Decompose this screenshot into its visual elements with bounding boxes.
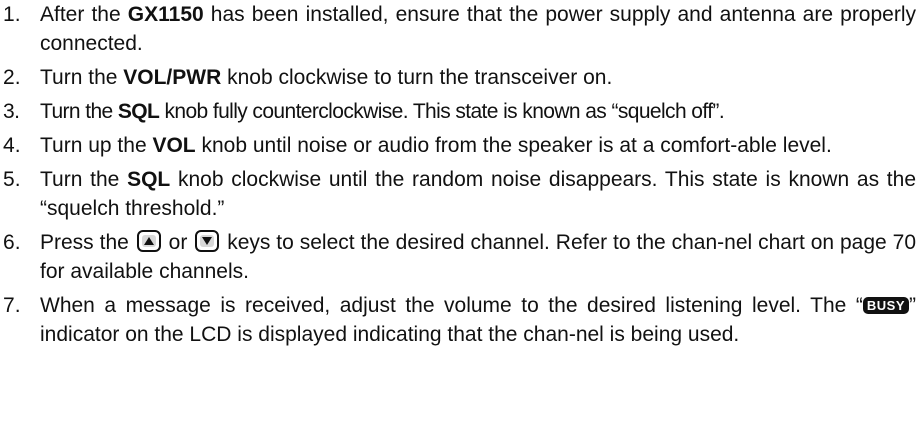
step-number: 1 — [3, 0, 33, 29]
busy-indicator-badge: BUSY — [862, 297, 909, 314]
step-7: 7 When a message is received, adjust the… — [0, 291, 916, 349]
down-arrow-key-icon — [195, 230, 220, 252]
step-number: 4 — [3, 131, 33, 160]
step-number: 6 — [3, 228, 33, 257]
knob-name: SQL — [127, 168, 171, 191]
step-text: knob fully counterclockwise. This state … — [159, 100, 725, 123]
step-text: Turn the — [40, 100, 118, 123]
step-text: When a message is received, adjust the v… — [40, 294, 863, 317]
step-text: Press the — [40, 231, 135, 254]
step-number: 2 — [3, 63, 33, 92]
step-text: Turn the — [40, 66, 124, 89]
step-5: 5 Turn the SQL knob clockwise until the … — [0, 165, 916, 223]
step-text: knob clockwise until the random noise di… — [40, 168, 916, 220]
step-text: or — [162, 231, 194, 254]
step-text: Turn up the — [40, 134, 153, 157]
knob-name: SQL — [117, 100, 160, 123]
step-4: 4 Turn up the VOL knob until noise or au… — [0, 131, 916, 160]
step-text: knob clockwise to turn the transceiver o… — [221, 66, 613, 89]
knob-name: VOL — [152, 134, 196, 157]
step-1: 1 After the GX1150 has been installed, e… — [0, 0, 916, 58]
step-text: After the — [40, 3, 128, 26]
up-arrow-key-icon — [136, 230, 161, 252]
step-6: 6 Press the or keys to select the desire… — [0, 228, 916, 286]
step-2: 2 Turn the VOL/PWR knob clockwise to tur… — [0, 63, 916, 92]
step-number: 7 — [3, 291, 33, 320]
instruction-list: 1 After the GX1150 has been installed, e… — [0, 0, 916, 354]
step-number: 3 — [3, 97, 33, 126]
knob-name: VOL/PWR — [123, 66, 222, 89]
model-name: GX1150 — [127, 3, 204, 26]
step-3: 3 Turn the SQL knob fully counterclockwi… — [0, 97, 916, 126]
step-text: knob until noise or audio from the speak… — [195, 134, 832, 157]
step-number: 5 — [3, 165, 33, 194]
step-text: Turn the — [40, 168, 128, 191]
